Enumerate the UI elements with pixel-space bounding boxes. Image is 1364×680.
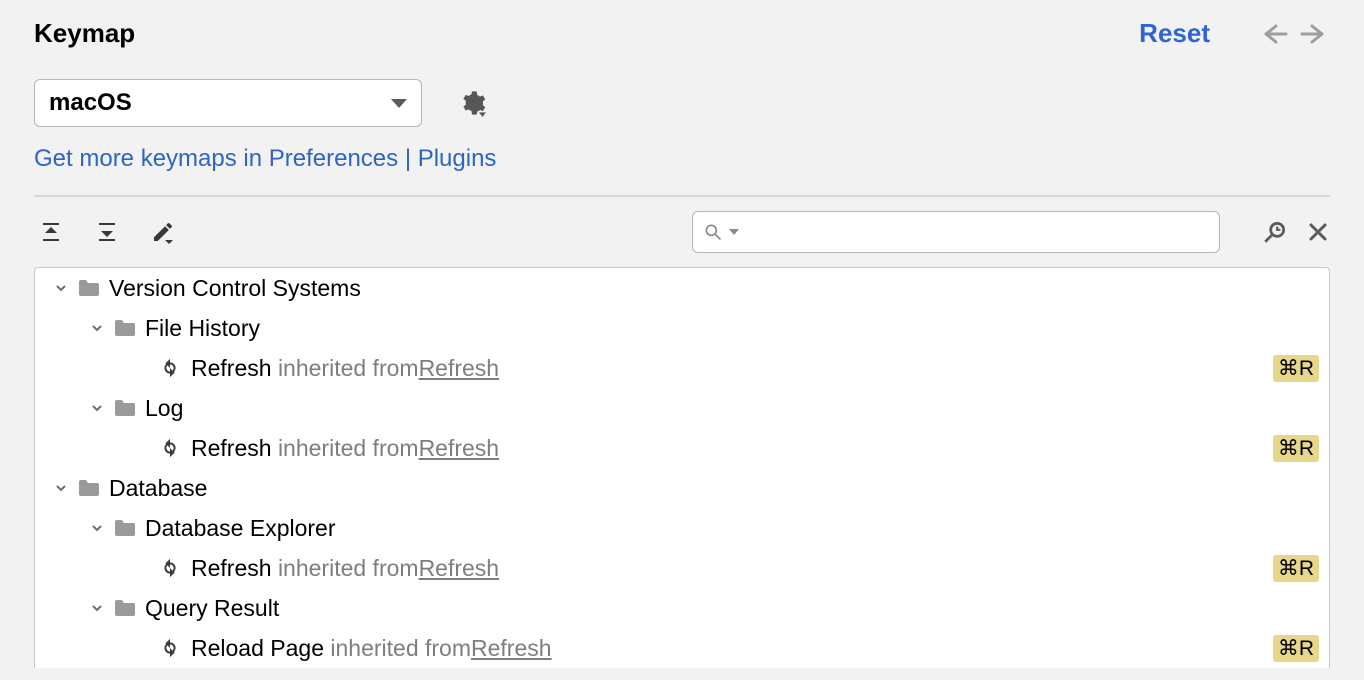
forward-arrow-icon[interactable] bbox=[1300, 22, 1330, 46]
keymap-select-value: macOS bbox=[49, 89, 391, 117]
tree-node-label: File History bbox=[145, 315, 260, 342]
tree-node-log[interactable]: Log bbox=[35, 388, 1329, 428]
page-title: Keymap bbox=[34, 18, 135, 49]
inherited-text: inherited from bbox=[330, 635, 471, 662]
tree-node-label: Database Explorer bbox=[145, 515, 336, 542]
inherited-link[interactable]: Refresh bbox=[419, 355, 500, 382]
chevron-down-icon bbox=[87, 401, 107, 415]
shortcut-badge: ⌘R bbox=[1273, 355, 1319, 382]
inherited-link[interactable]: Refresh bbox=[471, 635, 552, 662]
inherited-text: inherited from bbox=[278, 435, 419, 462]
folder-icon bbox=[77, 278, 101, 298]
search-dropdown-icon[interactable] bbox=[729, 229, 739, 235]
toolbar bbox=[0, 197, 1364, 267]
action-label: Reload Page bbox=[191, 635, 324, 662]
tree-node-label: Log bbox=[145, 395, 183, 422]
back-arrow-icon[interactable] bbox=[1258, 22, 1288, 46]
search-input-container[interactable] bbox=[692, 211, 1220, 253]
find-by-shortcut-icon[interactable] bbox=[1262, 219, 1288, 245]
chevron-down-icon bbox=[87, 521, 107, 535]
folder-icon bbox=[77, 478, 101, 498]
tree-node-file-history[interactable]: File History bbox=[35, 308, 1329, 348]
gear-icon[interactable] bbox=[458, 89, 486, 117]
action-refresh-log[interactable]: Refresh inherited from Refresh ⌘R bbox=[35, 428, 1329, 468]
action-label: Refresh bbox=[191, 435, 272, 462]
folder-icon bbox=[113, 398, 137, 418]
folder-icon bbox=[113, 598, 137, 618]
tree-node-database[interactable]: Database bbox=[35, 468, 1329, 508]
inherited-link[interactable]: Refresh bbox=[419, 555, 500, 582]
search-input[interactable] bbox=[747, 220, 1209, 245]
tree-node-vcs[interactable]: Version Control Systems bbox=[35, 268, 1329, 308]
inherited-text: inherited from bbox=[278, 555, 419, 582]
shortcut-badge: ⌘R bbox=[1273, 635, 1319, 662]
tree-node-query-result[interactable]: Query Result bbox=[35, 588, 1329, 628]
tree-node-label: Database bbox=[109, 475, 207, 502]
shortcut-badge: ⌘R bbox=[1273, 435, 1319, 462]
header: Keymap Reset bbox=[0, 0, 1364, 59]
chevron-down-icon bbox=[87, 601, 107, 615]
chevron-down-icon bbox=[51, 281, 71, 295]
search-icon bbox=[703, 222, 723, 242]
refresh-icon bbox=[159, 557, 181, 579]
keymap-select[interactable]: macOS bbox=[34, 79, 422, 127]
refresh-icon bbox=[159, 437, 181, 459]
keymap-selector-row: macOS bbox=[0, 59, 1364, 131]
reset-button[interactable]: Reset bbox=[1139, 18, 1210, 49]
tree-node-database-explorer[interactable]: Database Explorer bbox=[35, 508, 1329, 548]
inherited-link[interactable]: Refresh bbox=[419, 435, 500, 462]
folder-icon bbox=[113, 518, 137, 538]
collapse-all-icon[interactable] bbox=[90, 215, 124, 249]
action-label: Refresh bbox=[191, 355, 272, 382]
edit-shortcut-icon[interactable] bbox=[146, 215, 180, 249]
refresh-icon bbox=[159, 637, 181, 659]
action-refresh-file-history[interactable]: Refresh inherited from Refresh ⌘R bbox=[35, 348, 1329, 388]
chevron-down-icon bbox=[391, 99, 407, 108]
chevron-down-icon bbox=[51, 481, 71, 495]
refresh-icon bbox=[159, 357, 181, 379]
get-more-keymaps-link[interactable]: Get more keymaps in Preferences | Plugin… bbox=[0, 131, 1364, 195]
expand-all-icon[interactable] bbox=[34, 215, 68, 249]
tree-node-label: Version Control Systems bbox=[109, 275, 361, 302]
tree-node-label: Query Result bbox=[145, 595, 279, 622]
action-refresh-db-explorer[interactable]: Refresh inherited from Refresh ⌘R bbox=[35, 548, 1329, 588]
shortcut-badge: ⌘R bbox=[1273, 555, 1319, 582]
folder-icon bbox=[113, 318, 137, 338]
inherited-text: inherited from bbox=[278, 355, 419, 382]
chevron-down-icon bbox=[87, 321, 107, 335]
action-reload-page[interactable]: Reload Page inherited from Refresh ⌘R bbox=[35, 628, 1329, 668]
action-label: Refresh bbox=[191, 555, 272, 582]
keymap-tree: Version Control Systems File History Ref… bbox=[34, 267, 1330, 668]
close-icon[interactable] bbox=[1306, 220, 1330, 244]
